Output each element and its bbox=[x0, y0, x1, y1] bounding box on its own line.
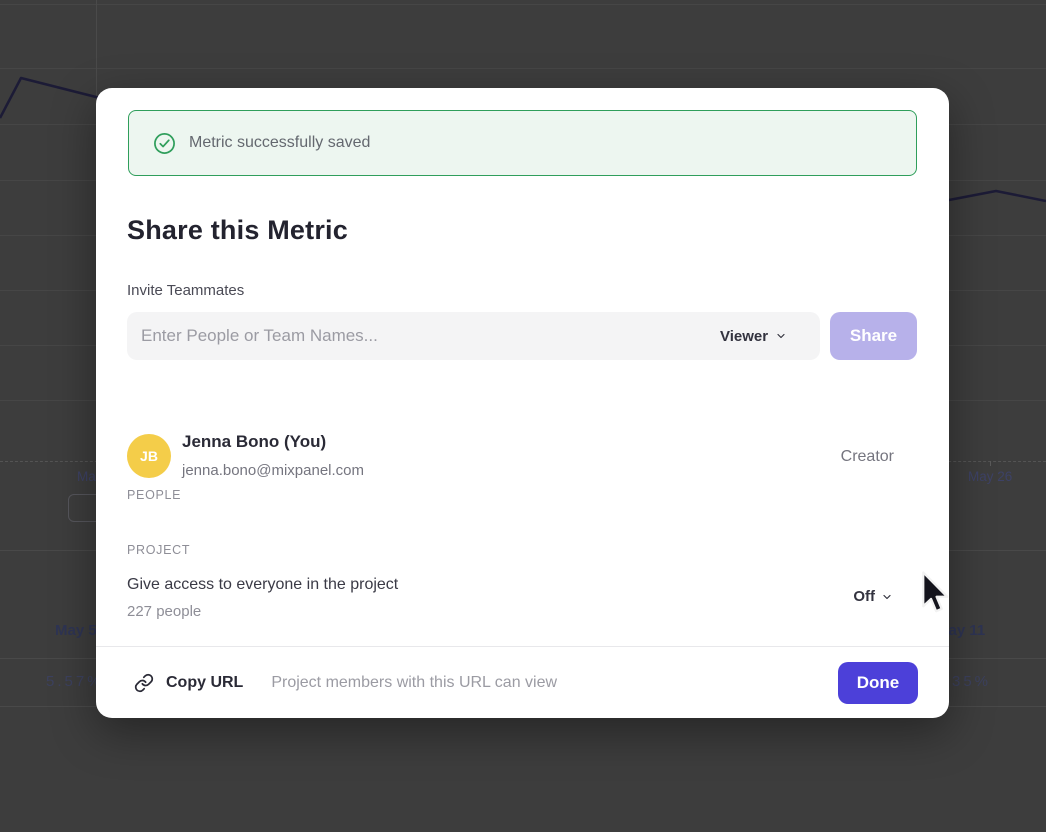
project-access-dropdown-value: Off bbox=[853, 588, 875, 605]
table-cell-value: 35% bbox=[952, 673, 991, 690]
page: May May 26 May 5 May 11 5.57% 35% Metric… bbox=[0, 0, 1046, 832]
modal-title: Share this Metric bbox=[127, 215, 348, 246]
chevron-down-icon bbox=[775, 330, 787, 342]
check-circle-icon bbox=[153, 132, 176, 155]
chevron-down-icon bbox=[881, 591, 893, 603]
modal-footer: Copy URL Project members with this URL c… bbox=[96, 646, 949, 718]
copy-url-button[interactable]: Copy URL bbox=[134, 673, 243, 693]
project-access-title: Give access to everyone in the project bbox=[127, 576, 398, 594]
share-button[interactable]: Share bbox=[830, 312, 917, 360]
project-access-dropdown[interactable]: Off bbox=[853, 588, 893, 605]
table-cell-value: 5.57% bbox=[46, 673, 104, 690]
x-axis-label-right: May 26 bbox=[968, 469, 1012, 484]
invite-teammates-label: Invite Teammates bbox=[127, 282, 244, 299]
table-column-header: May 5 bbox=[55, 622, 97, 639]
done-button[interactable]: Done bbox=[838, 662, 918, 704]
project-people-count: 227 people bbox=[127, 603, 201, 620]
avatar: JB bbox=[127, 434, 171, 478]
url-permission-hint: Project members with this URL can view bbox=[271, 674, 838, 692]
role-dropdown[interactable]: Viewer bbox=[714, 312, 793, 360]
person-email: jenna.bono@mixpanel.com bbox=[182, 462, 364, 479]
link-icon bbox=[134, 673, 154, 693]
role-dropdown-value: Viewer bbox=[720, 328, 768, 345]
share-metric-modal: Metric successfully saved Share this Met… bbox=[96, 88, 949, 718]
success-banner: Metric successfully saved bbox=[128, 110, 917, 176]
success-banner-text: Metric successfully saved bbox=[189, 134, 370, 152]
project-section-label: PROJECT bbox=[127, 543, 190, 557]
mouse-cursor bbox=[921, 571, 951, 621]
person-name: Jenna Bono (You) bbox=[182, 432, 326, 452]
person-role-badge: Creator bbox=[841, 448, 894, 466]
people-section-label: PEOPLE bbox=[127, 488, 181, 502]
copy-url-label: Copy URL bbox=[166, 674, 243, 692]
